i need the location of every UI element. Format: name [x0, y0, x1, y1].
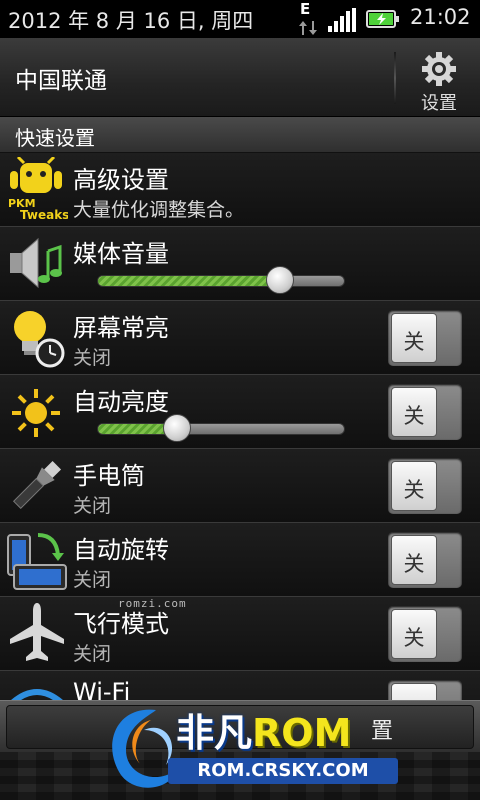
settings-button[interactable]: 设置: [398, 38, 480, 117]
flashlight-toggle[interactable]: 关: [388, 458, 462, 514]
row-title: 高级设置: [73, 166, 169, 194]
screen-always-on-toggle[interactable]: 关: [388, 310, 462, 366]
toggle-knob: 关: [391, 461, 437, 511]
row-title: 自动亮度: [73, 388, 169, 416]
row-auto-rotate[interactable]: 自动旋转 关闭 关: [0, 523, 480, 597]
row-subtitle: 关闭: [73, 643, 112, 665]
auto-brightness-toggle[interactable]: 关: [388, 384, 462, 440]
settings-label: 设置: [421, 93, 457, 114]
row-auto-brightness[interactable]: 自动亮度 关: [0, 375, 480, 449]
slider-fill: [98, 276, 281, 286]
flashlight-icon: [12, 460, 62, 510]
slider-thumb[interactable]: [162, 414, 191, 442]
toggle-knob: 关: [391, 387, 437, 437]
watermark-brand: 非凡ROM: [176, 702, 351, 757]
watermark-brand-rom: ROM: [252, 711, 352, 755]
status-date: 2012 年 8 月 16 日, 周四: [8, 9, 254, 33]
quick-settings-list[interactable]: PKM Tweaks 高级设置 大量优化调整集合。 媒体音量 屏幕常亮 关闭 关…: [0, 153, 480, 700]
row-subtitle: 关闭: [73, 569, 112, 591]
watermark-logo: 非凡ROM ROM.CRSKY.COM: [96, 690, 416, 800]
status-bar: 2012 年 8 月 16 日, 周四 E 21:02: [0, 0, 480, 38]
toggle-label: 关: [403, 552, 425, 576]
bulb-clock-icon: [14, 311, 65, 368]
gear-icon: [422, 52, 456, 86]
signal-icon: [328, 8, 356, 32]
row-subtitle: 大量优化调整集合。: [73, 199, 245, 221]
airplane-mode-toggle[interactable]: 关: [388, 606, 462, 662]
row-flashlight[interactable]: 手电筒 关闭 关: [0, 449, 480, 523]
watermark-text-small: romzi.com: [118, 597, 187, 610]
toggle-knob: 关: [391, 609, 437, 659]
rotate-screen-icon: [7, 533, 67, 590]
watermark-brand-cn: 非凡: [176, 711, 253, 755]
row-title: 自动旋转: [73, 536, 169, 564]
media-volume-slider[interactable]: [97, 266, 345, 294]
row-airplane-mode[interactable]: 飞行模式 关闭 关: [0, 597, 480, 671]
tweaks-android-icon: PKM Tweaks: [8, 157, 68, 221]
svg-text:Tweaks: Tweaks: [20, 208, 68, 221]
row-subtitle: 关闭: [73, 347, 112, 369]
battery-charging-icon: [366, 10, 399, 28]
toggle-knob: 关: [391, 313, 437, 363]
toggle-label: 关: [403, 626, 425, 650]
header-divider: [394, 52, 396, 104]
toggle-knob: 关: [391, 535, 437, 585]
slider-thumb[interactable]: [266, 266, 295, 294]
row-title: 媒体音量: [73, 240, 169, 268]
row-subtitle: 关闭: [73, 495, 112, 517]
carrier-name: 中国联通: [15, 68, 107, 94]
auto-rotate-toggle[interactable]: 关: [388, 532, 462, 588]
status-time: 21:02: [410, 5, 471, 29]
airplane-icon: [10, 603, 64, 661]
section-title: 快速设置: [15, 126, 95, 150]
watermark-url: ROM.CRSKY.COM: [168, 758, 398, 784]
data-network-indicator: E: [297, 0, 319, 36]
row-media-volume: 媒体音量: [0, 227, 480, 301]
row-screen-always-on[interactable]: 屏幕常亮 关闭 关: [0, 301, 480, 375]
network-type-label: E: [300, 0, 311, 18]
speaker-music-icon: [10, 237, 62, 289]
toggle-label: 关: [403, 330, 425, 354]
row-advanced-settings[interactable]: PKM Tweaks 高级设置 大量优化调整集合。: [0, 153, 480, 227]
brightness-slider[interactable]: [97, 414, 345, 442]
data-arrows-icon: [299, 21, 317, 35]
quick-settings-section-header: 快速设置: [0, 117, 480, 153]
row-title: 手电筒: [73, 462, 145, 490]
wifi-icon: [11, 689, 63, 700]
toggle-label: 关: [403, 478, 425, 502]
sun-icon: [12, 389, 60, 437]
notification-header: 中国联通 设置: [0, 38, 480, 117]
toggle-label: 关: [403, 404, 425, 428]
row-title: 屏幕常亮: [73, 314, 169, 342]
